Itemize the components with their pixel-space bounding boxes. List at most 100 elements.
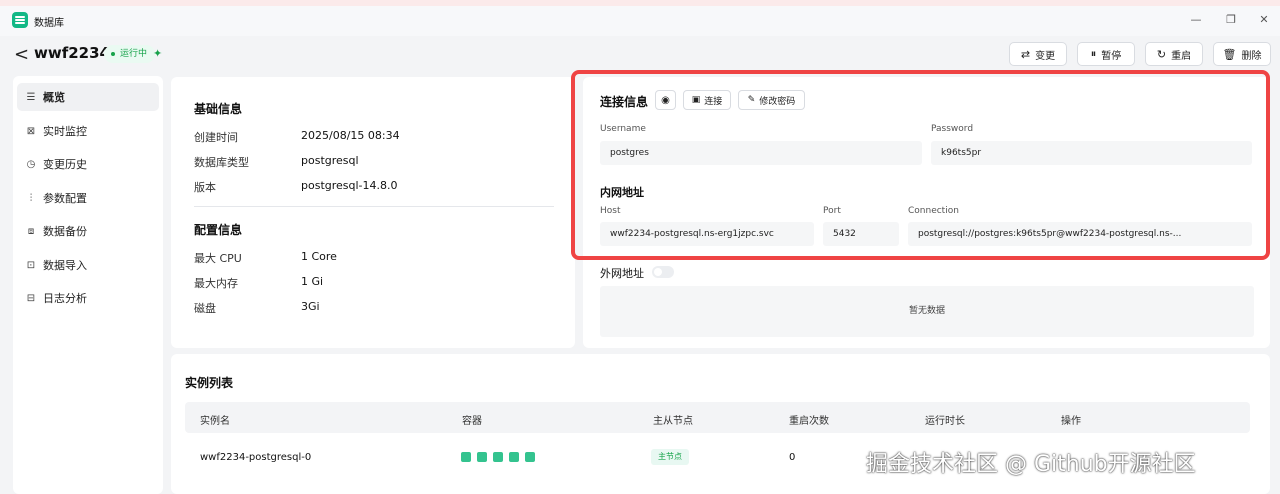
- restart-count-cell: 0: [789, 452, 796, 463]
- db-type-label: 数据库类型: [194, 156, 249, 169]
- restart-icon: ↻: [1156, 47, 1167, 61]
- version-label: 版本: [194, 181, 216, 194]
- restore-icon[interactable]: ❐: [1224, 13, 1238, 26]
- basic-info-card: 基础信息 创建时间 2025/08/15 08:34 数据库类型 postgre…: [171, 77, 575, 348]
- config-info-title: 配置信息: [194, 223, 243, 237]
- no-data-placeholder: 暂无数据: [600, 286, 1254, 337]
- sidebar-item-label: 参数配置: [43, 192, 87, 205]
- back-icon[interactable]: <: [14, 44, 29, 65]
- col-container: 容器: [462, 416, 482, 427]
- col-restarts: 重启次数: [789, 416, 829, 427]
- sidebar-item-params[interactable]: ⫶ 参数配置: [17, 184, 159, 212]
- password-label: Password: [931, 124, 974, 134]
- container-status-icon: [509, 452, 519, 462]
- sidebar-item-label: 数据导入: [43, 259, 87, 272]
- delete-label: 删除: [1241, 50, 1262, 62]
- change-password-label: 修改密码: [759, 96, 796, 107]
- col-uptime: 运行时长: [925, 416, 965, 427]
- max-cpu-value: 1 Core: [301, 250, 337, 263]
- sidebar-item-monitor[interactable]: ⊠ 实时监控: [17, 117, 159, 145]
- version-value: postgresql-14.8.0: [301, 179, 398, 192]
- list-icon: ☰: [26, 91, 36, 103]
- instance-name-cell[interactable]: wwf2234-postgresql-0: [200, 452, 311, 463]
- col-role: 主从节点: [653, 416, 693, 427]
- close-icon[interactable]: ✕: [1257, 13, 1271, 26]
- connect-button[interactable]: ▣ 连接: [683, 90, 731, 110]
- sidebar-item-label: 概览: [43, 91, 65, 104]
- container-status-icon: [525, 452, 535, 462]
- restart-label: 重启: [1171, 50, 1192, 62]
- log-icon: ⊟: [26, 292, 36, 304]
- change-button[interactable]: ⇄ 变更: [1009, 42, 1067, 66]
- pause-label: 暂停: [1101, 50, 1122, 62]
- sidebar: ☰ 概览 ⊠ 实时监控 ◷ 变更历史 ⫶ 参数配置 ⧈ 数据备份 ⊡ 数据导入 ⊟ 日志分析: [13, 76, 163, 494]
- sidebar-item-label: 实时监控: [43, 125, 87, 138]
- username-field[interactable]: postgres: [600, 141, 922, 165]
- change-label: 变更: [1035, 50, 1056, 62]
- monitor-icon: ⊠: [26, 125, 36, 137]
- sidebar-item-backup[interactable]: ⧈ 数据备份: [17, 217, 159, 245]
- database-name: wwf2234: [34, 44, 110, 62]
- section-divider: [194, 206, 554, 207]
- pause-button[interactable]: ⏸ 暂停: [1077, 42, 1135, 66]
- swap-icon: ⇄: [1020, 47, 1031, 61]
- restart-button[interactable]: ↻ 重启: [1145, 42, 1203, 66]
- sidebar-item-label: 日志分析: [43, 292, 87, 305]
- sidebar-item-label: 变更历史: [43, 158, 87, 171]
- sparkle-icon[interactable]: ✦: [153, 47, 162, 60]
- db-type-value: postgresql: [301, 154, 359, 167]
- trash-icon: 🗑: [1222, 47, 1237, 61]
- sidebar-item-logs[interactable]: ⊟ 日志分析: [17, 284, 159, 312]
- max-memory-value: 1 Gi: [301, 275, 324, 288]
- created-time-label: 创建时间: [194, 131, 238, 144]
- sidebar-item-import[interactable]: ⊡ 数据导入: [17, 251, 159, 279]
- connect-label: 连接: [704, 96, 723, 107]
- database-app-icon: [12, 12, 28, 28]
- eye-icon[interactable]: ◉: [655, 90, 676, 110]
- sidebar-item-history[interactable]: ◷ 变更历史: [17, 150, 159, 178]
- sidebar-item-label: 数据备份: [43, 225, 87, 238]
- max-cpu-label: 最大 CPU: [194, 252, 242, 265]
- port-field[interactable]: 5432: [823, 222, 899, 246]
- internal-address-title: 内网地址: [600, 186, 644, 199]
- instance-list-title: 实例列表: [185, 376, 234, 390]
- pause-icon: ⏸: [1090, 47, 1097, 60]
- basic-info-title: 基础信息: [194, 102, 243, 116]
- username-label: Username: [600, 124, 646, 134]
- external-address-title: 外网地址: [600, 267, 644, 280]
- app-title: 数据库: [34, 18, 64, 29]
- container-status-icon: [493, 452, 503, 462]
- edit-icon: ✎: [747, 95, 756, 105]
- import-icon: ⊡: [26, 259, 36, 271]
- host-label: Host: [600, 206, 621, 216]
- delete-button[interactable]: 🗑 删除: [1213, 42, 1271, 66]
- disk-value: 3Gi: [301, 300, 320, 313]
- host-field[interactable]: wwf2234-postgresql.ns-erg1jzpc.svc: [600, 222, 814, 246]
- history-icon: ◷: [26, 158, 36, 170]
- col-actions: 操作: [1061, 416, 1081, 427]
- change-password-button[interactable]: ✎ 修改密码: [738, 90, 805, 110]
- connection-field[interactable]: postgresql://postgres:k96ts5pr@wwf2234-p…: [908, 222, 1252, 246]
- connection-info-title: 连接信息: [600, 95, 649, 109]
- external-address-toggle[interactable]: [652, 266, 674, 278]
- backup-icon: ⧈: [27, 225, 35, 237]
- minimize-icon[interactable]: —: [1189, 13, 1203, 26]
- title-bar: 数据库 — ❐ ✕: [0, 6, 1280, 36]
- created-time-value: 2025/08/15 08:34: [301, 129, 400, 142]
- terminal-icon: ▣: [691, 95, 701, 105]
- password-field[interactable]: k96ts5pr: [931, 141, 1252, 165]
- sliders-icon: ⫶: [29, 192, 33, 204]
- table-header: [185, 402, 1250, 433]
- disk-label: 磁盘: [194, 302, 216, 315]
- status-badge: 运行中: [104, 45, 156, 63]
- container-status-icon: [477, 452, 487, 462]
- sidebar-item-overview[interactable]: ☰ 概览: [17, 83, 159, 111]
- role-badge: 主节点: [651, 449, 689, 465]
- page-header: < wwf2234 运行中 ✦ ⇄ 变更 ⏸ 暂停 ↻ 重启 🗑 删除: [0, 36, 1280, 74]
- container-status-icon: [461, 452, 471, 462]
- max-memory-label: 最大内存: [194, 277, 238, 290]
- col-instance-name: 实例名: [200, 416, 230, 427]
- connection-label: Connection: [908, 206, 959, 216]
- port-label: Port: [823, 206, 841, 216]
- watermark: 掘金技术社区 @ Github开源社区: [866, 452, 1196, 477]
